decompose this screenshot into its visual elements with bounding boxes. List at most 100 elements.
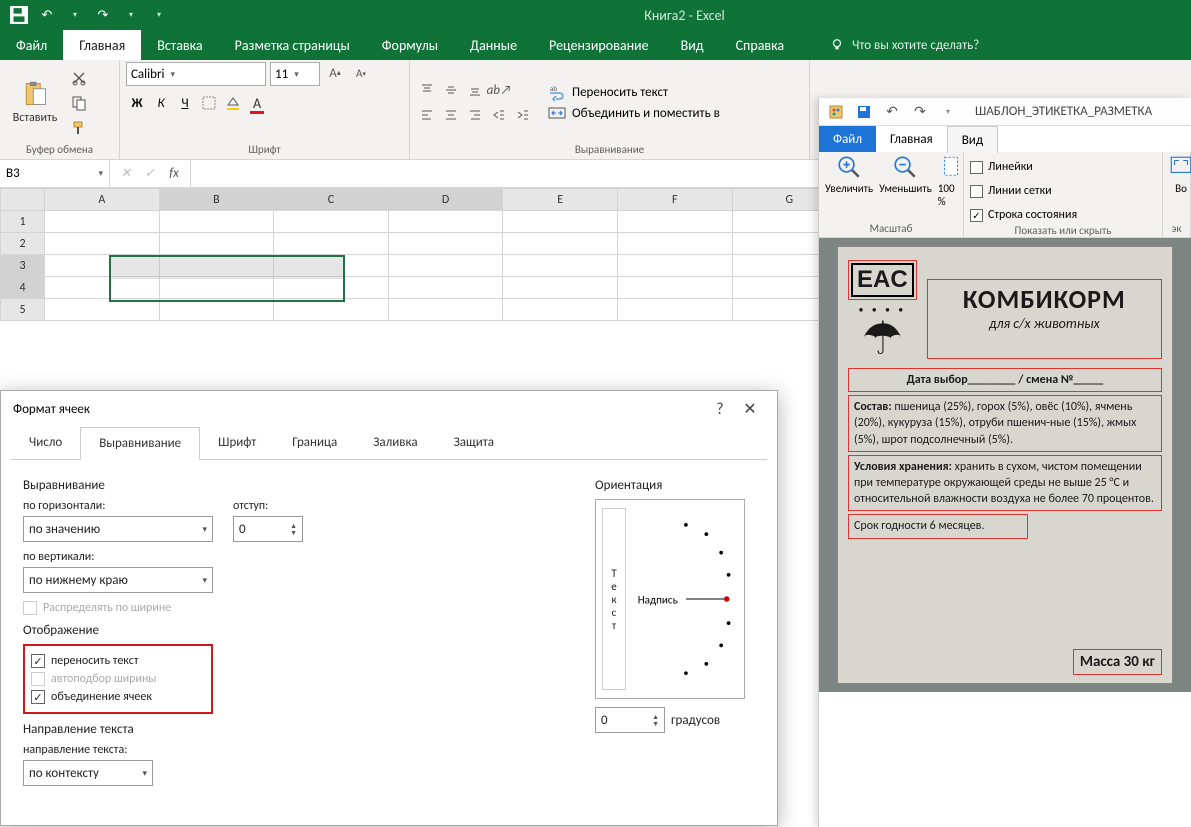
- align-top-button[interactable]: [416, 79, 438, 101]
- orientation-label: Надпись: [638, 593, 678, 607]
- cut-button[interactable]: [68, 67, 90, 89]
- zoom-100-button[interactable]: 100 %: [938, 154, 964, 208]
- col-header[interactable]: A: [45, 189, 160, 211]
- rulers-checkbox[interactable]: Линейки: [970, 160, 1033, 174]
- tab-border[interactable]: Граница: [274, 427, 355, 459]
- canvas-area[interactable]: EAC • • • • ☂ КОМБИКОРМ для с/х животных…: [819, 238, 1191, 692]
- row-header[interactable]: 4: [1, 277, 45, 299]
- date-field: Дата выбор________ / смена №_____: [848, 368, 1162, 392]
- format-painter-button[interactable]: [68, 117, 90, 139]
- statusbar-checkbox[interactable]: ✓Строка состояния: [970, 208, 1077, 222]
- col-header[interactable]: E: [503, 189, 618, 211]
- tab-help[interactable]: Справка: [720, 30, 801, 60]
- col-header[interactable]: D: [388, 189, 503, 211]
- row-header[interactable]: 3: [1, 255, 45, 277]
- font-name-combo[interactable]: Calibri▾: [126, 62, 266, 86]
- col-header[interactable]: F: [617, 189, 732, 211]
- qat-customize-icon[interactable]: ▾: [937, 101, 959, 123]
- expiry-block: Срок годности 6 месяцев.: [848, 514, 1028, 538]
- degrees-spinner[interactable]: 0▲▼: [595, 707, 665, 733]
- enter-formula-icon[interactable]: ✓: [138, 166, 162, 181]
- col-header[interactable]: B: [159, 189, 274, 211]
- horiz-align-combo[interactable]: по значению▾: [23, 516, 213, 542]
- align-bottom-button[interactable]: [464, 79, 486, 101]
- row-header[interactable]: 2: [1, 233, 45, 255]
- wrap-text-checkbox[interactable]: ✓переносить текст: [31, 654, 205, 668]
- tab-font[interactable]: Шрифт: [200, 427, 274, 459]
- svg-text:ab: ab: [550, 84, 557, 93]
- fullscreen-button[interactable]: Во: [1169, 154, 1191, 195]
- cancel-formula-icon[interactable]: ✕: [114, 166, 138, 181]
- indent-spinner[interactable]: 0▲▼: [233, 516, 303, 542]
- row-header[interactable]: 5: [1, 299, 45, 321]
- tab-fill[interactable]: Заливка: [355, 427, 435, 459]
- app2-tab-home[interactable]: Главная: [876, 126, 947, 152]
- tab-insert[interactable]: Вставка: [141, 30, 218, 60]
- row-header[interactable]: 1: [1, 211, 45, 233]
- orientation-arc[interactable]: Надпись: [634, 508, 736, 690]
- paste-button[interactable]: Вставить: [6, 66, 64, 140]
- decrease-font-button[interactable]: A▾: [350, 62, 372, 84]
- underline-button[interactable]: Ч: [174, 92, 196, 114]
- umbrella-icon: ☂: [862, 316, 903, 362]
- increase-indent-button[interactable]: [512, 104, 534, 126]
- undo-icon[interactable]: ↶: [36, 4, 58, 26]
- name-box[interactable]: B3 ▾: [0, 160, 110, 187]
- copy-button[interactable]: [68, 92, 90, 114]
- justify-distributed-checkbox: Распределять по ширине: [23, 601, 565, 615]
- font-size-combo[interactable]: 11▾: [270, 62, 320, 86]
- increase-font-button[interactable]: A▴: [324, 62, 346, 84]
- qat-customize-icon[interactable]: ▾: [148, 4, 170, 26]
- align-center-button[interactable]: [440, 104, 462, 126]
- degrees-label: градусов: [671, 713, 720, 728]
- align-middle-button[interactable]: [440, 79, 462, 101]
- wrap-text-button[interactable]: ab Переносить текст: [548, 83, 720, 101]
- undo-dropdown-icon[interactable]: ▾: [64, 4, 86, 26]
- app2-tab-view[interactable]: Вид: [947, 126, 998, 153]
- tab-number[interactable]: Число: [11, 427, 80, 459]
- save-icon[interactable]: [853, 101, 875, 123]
- merge-center-button[interactable]: Объединить и поместить в: [548, 104, 720, 122]
- align-right-button[interactable]: [464, 104, 486, 126]
- tab-page-layout[interactable]: Разметка страницы: [219, 30, 366, 60]
- tab-data[interactable]: Данные: [454, 30, 533, 60]
- tell-me[interactable]: Что вы хотите сделать?: [830, 30, 979, 60]
- tab-protection[interactable]: Защита: [436, 427, 512, 459]
- app2-title: ШАБЛОН_ЭТИКЕТКА_РАЗМЕТКА: [975, 104, 1152, 119]
- zoom-out-button[interactable]: Уменьшить: [879, 154, 932, 195]
- select-all-corner[interactable]: [1, 189, 45, 211]
- orientation-control[interactable]: Текст Надпись: [595, 499, 745, 699]
- fx-icon[interactable]: fx: [162, 166, 186, 181]
- app2-tab-file[interactable]: Файл: [819, 126, 876, 152]
- fill-color-button[interactable]: [222, 92, 244, 114]
- orientation-button[interactable]: ab↗: [488, 79, 510, 101]
- tab-alignment[interactable]: Выравнивание: [80, 427, 200, 460]
- help-button[interactable]: ?: [705, 400, 735, 419]
- redo-dropdown-icon[interactable]: ▾: [120, 4, 142, 26]
- redo-icon[interactable]: ↷: [909, 101, 931, 123]
- tab-review[interactable]: Рецензирование: [533, 30, 665, 60]
- undo-icon[interactable]: ↶: [881, 101, 903, 123]
- merge-cells-checkbox[interactable]: ✓объединение ячеек: [31, 690, 205, 704]
- save-icon[interactable]: [8, 4, 30, 26]
- borders-button[interactable]: [198, 92, 220, 114]
- tab-view[interactable]: Вид: [665, 30, 720, 60]
- redo-icon[interactable]: ↷: [92, 4, 114, 26]
- vertical-text-button[interactable]: Текст: [602, 508, 626, 690]
- decrease-indent-button[interactable]: [488, 104, 510, 126]
- align-left-button[interactable]: [416, 104, 438, 126]
- tab-home[interactable]: Главная: [63, 30, 141, 60]
- text-direction-combo[interactable]: по контексту▾: [23, 760, 153, 786]
- tab-file[interactable]: Файл: [0, 30, 63, 60]
- gridlines-checkbox[interactable]: Линии сетки: [970, 184, 1052, 198]
- secondary-app-window: ↶ ↷ ▾ ШАБЛОН_ЭТИКЕТКА_РАЗМЕТКА Файл Глав…: [818, 98, 1191, 827]
- close-button[interactable]: ✕: [735, 399, 765, 419]
- zoom-in-button[interactable]: Увеличить: [825, 154, 873, 195]
- font-color-button[interactable]: А: [246, 92, 268, 114]
- col-header[interactable]: C: [274, 189, 389, 211]
- tab-formulas[interactable]: Формулы: [366, 30, 454, 60]
- vert-align-combo[interactable]: по нижнему краю▾: [23, 567, 213, 593]
- italic-button[interactable]: К: [150, 92, 172, 114]
- bold-button[interactable]: Ж: [126, 92, 148, 114]
- chevron-down-icon: ▾: [294, 69, 299, 80]
